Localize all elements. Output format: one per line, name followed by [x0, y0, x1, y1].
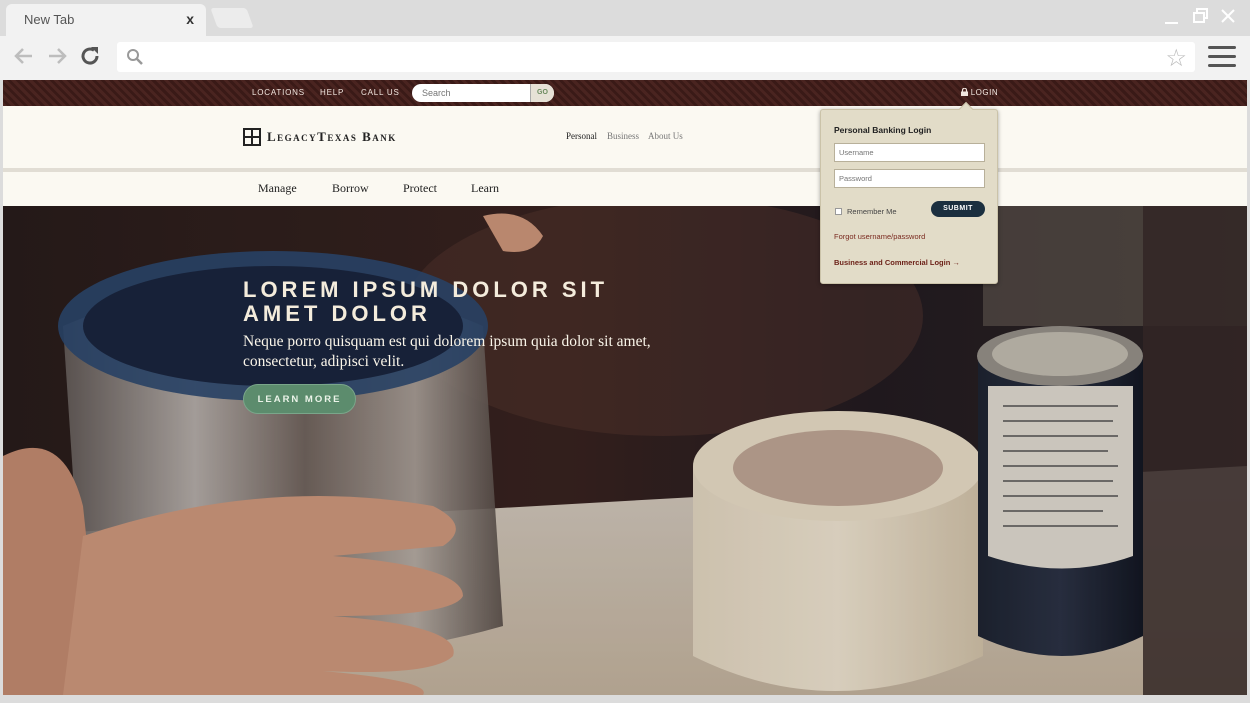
- password-field[interactable]: [834, 169, 985, 188]
- learn-more-button[interactable]: LEARN MORE: [243, 384, 356, 414]
- lock-icon: [961, 87, 968, 96]
- submit-button[interactable]: SUBMIT: [931, 201, 985, 217]
- logo-mark-icon: [243, 128, 261, 146]
- remember-me-checkbox[interactable]: [835, 208, 842, 215]
- browser-toolbar: ☆: [0, 36, 1250, 80]
- search-go-button[interactable]: GO: [530, 84, 554, 102]
- restore-icon[interactable]: [1193, 8, 1209, 29]
- login-label: LOGIN: [970, 88, 999, 97]
- nav-protect[interactable]: Protect: [403, 181, 437, 196]
- call-us-link[interactable]: CALL US: [361, 88, 400, 97]
- nav-manage[interactable]: Manage: [258, 181, 297, 196]
- new-tab-button[interactable]: [210, 8, 254, 28]
- utility-bar: LOCATIONS HELP CALL US GO LOGIN: [3, 80, 1247, 106]
- locations-link[interactable]: LOCATIONS: [252, 88, 305, 97]
- back-arrow-icon[interactable]: [12, 44, 36, 74]
- reload-icon[interactable]: [78, 44, 102, 68]
- minimize-icon[interactable]: [1164, 10, 1180, 31]
- browser-menu-icon[interactable]: [1208, 46, 1236, 68]
- remember-me-label: Remember Me: [847, 207, 897, 216]
- site-header: LegacyTexas Bank Personal Business About…: [3, 106, 1247, 168]
- segment-personal[interactable]: Personal: [566, 131, 597, 141]
- nav-borrow[interactable]: Borrow: [332, 181, 369, 196]
- hero-title: LOREM IPSUM DOLOR SIT AMET DOLOR: [243, 277, 609, 326]
- browser-bottom-edge: [0, 695, 1250, 703]
- logo-text: LegacyTexas Bank: [267, 129, 397, 144]
- forward-arrow-icon[interactable]: [45, 44, 69, 74]
- site-search-input[interactable]: [412, 84, 530, 102]
- segment-business[interactable]: Business: [607, 131, 639, 141]
- page-viewport: LOCATIONS HELP CALL US GO LOGIN LegacyTe…: [3, 80, 1247, 695]
- nav-learn[interactable]: Learn: [471, 181, 499, 196]
- username-field[interactable]: [834, 143, 985, 162]
- login-popover-title: Personal Banking Login: [834, 125, 932, 135]
- bookmark-star-icon[interactable]: ☆: [1165, 44, 1187, 73]
- login-link[interactable]: LOGIN: [961, 87, 999, 97]
- main-navigation: Manage Borrow Protect Learn: [3, 172, 1247, 206]
- tab-title: New Tab: [24, 12, 75, 27]
- close-window-icon[interactable]: [1220, 8, 1236, 29]
- browser-chrome: New Tab x ☆: [0, 0, 1250, 80]
- segment-about-us[interactable]: About Us: [648, 131, 683, 141]
- address-bar[interactable]: ☆: [117, 42, 1195, 72]
- business-login-link[interactable]: Business and Commercial Login →: [834, 258, 960, 267]
- login-popover: Personal Banking Login Remember Me SUBMI…: [820, 101, 998, 284]
- hero-body: Neque porro quisquam est qui dolorem ips…: [243, 333, 651, 370]
- search-icon: [126, 48, 144, 66]
- help-link[interactable]: HELP: [320, 88, 344, 97]
- browser-tab[interactable]: New Tab x: [6, 4, 206, 36]
- hero-banner: LOREM IPSUM DOLOR SIT AMET DOLOR Neque p…: [3, 206, 1247, 695]
- forgot-credentials-link[interactable]: Forgot username/password: [834, 232, 925, 241]
- tab-close-button[interactable]: x: [186, 11, 194, 27]
- site-search: GO: [412, 84, 554, 102]
